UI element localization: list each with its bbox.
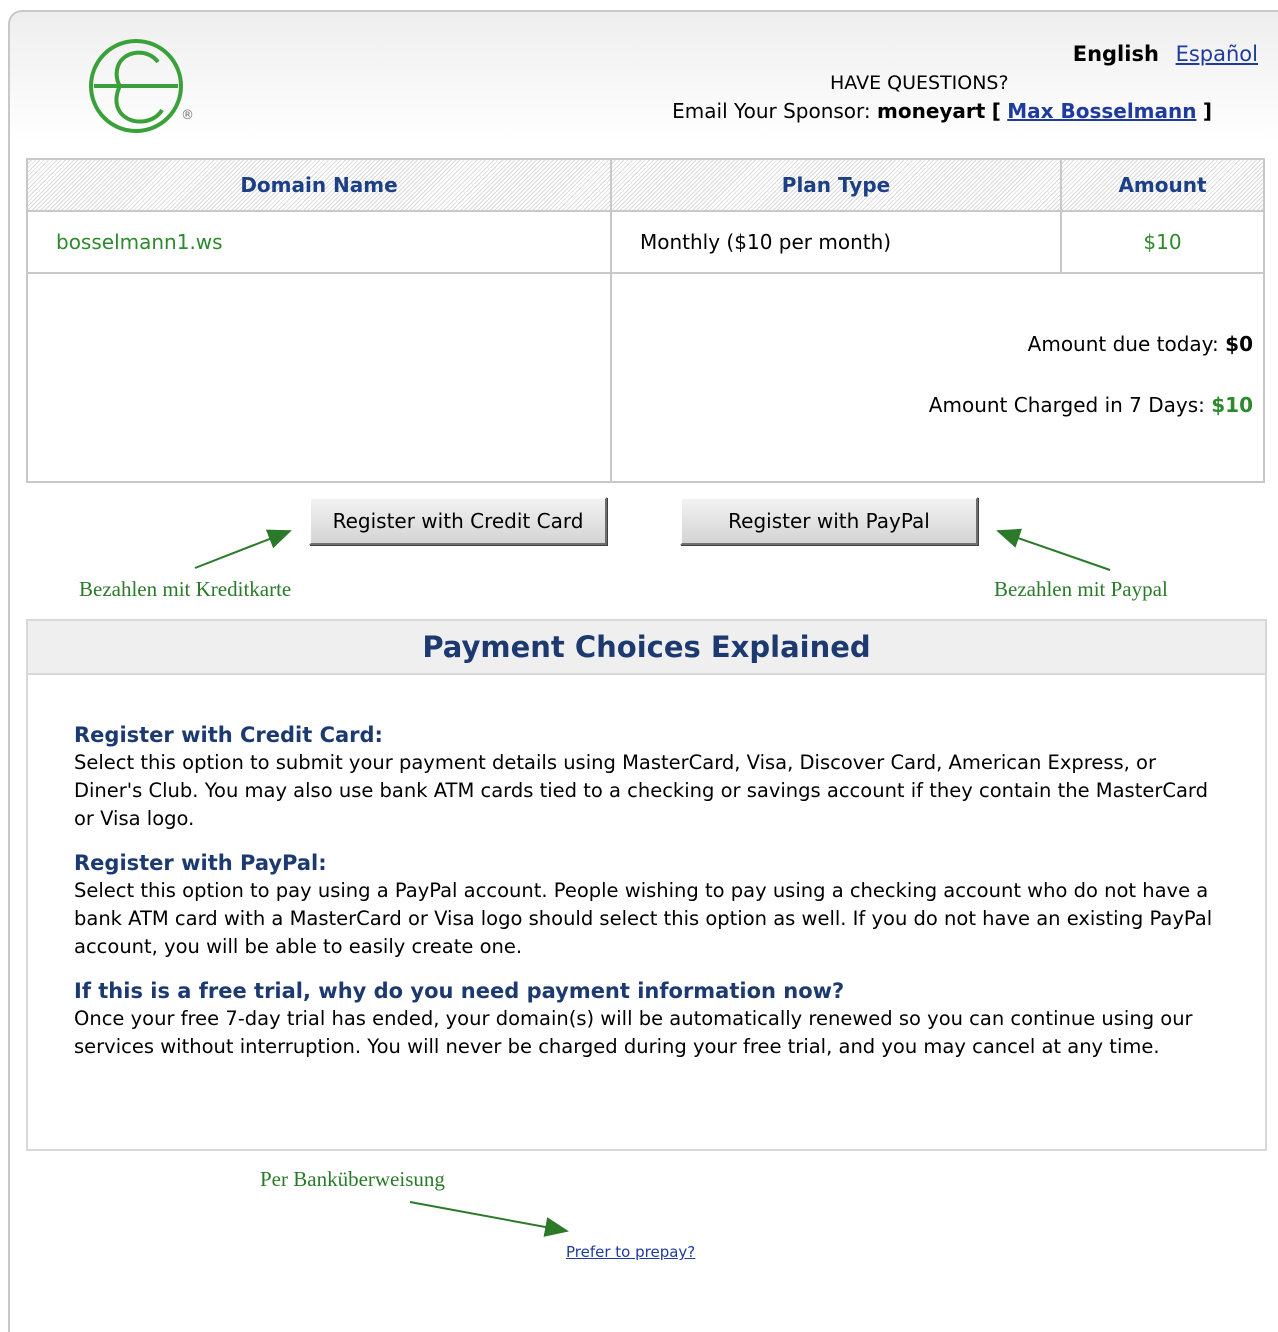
have-questions-label: HAVE QUESTIONS? (830, 72, 1009, 94)
language-switch: English Español (1073, 42, 1258, 66)
charged-value: $10 (1211, 393, 1253, 417)
domain-table: Domain Name Plan Type Amount bosselmann1… (26, 158, 1265, 483)
plan-type-cell: Monthly ($10 per month) (610, 210, 1062, 274)
language-espanol-link[interactable]: Español (1176, 42, 1258, 66)
header-domain-name: Domain Name (26, 158, 612, 212)
payment-choices-panel: Payment Choices Explained Register with … (26, 619, 1267, 1151)
amount-due-today: Amount due today: $0 (613, 314, 1253, 375)
faq-question-credit-card: Register with Credit Card: (74, 723, 383, 747)
payment-choices-title: Payment Choices Explained (28, 621, 1265, 675)
due-today-label: Amount due today: (1027, 332, 1219, 356)
language-english: English (1072, 42, 1159, 66)
header-amount: Amount (1060, 158, 1265, 212)
register-credit-card-button[interactable]: Register with Credit Card (309, 497, 607, 545)
table-header-row: Domain Name Plan Type Amount (26, 158, 1265, 212)
annotation-credit-card: Bezahlen mit Kreditkarte (79, 577, 292, 601)
sponsor-prefix: Email Your Sponsor: (672, 99, 871, 123)
registered-mark: ® (181, 108, 194, 123)
annotation-bank-transfer: Per Banküberweisung (260, 1167, 445, 1191)
sponsor-line: Email Your Sponsor: moneyart [ Max Bosse… (672, 99, 1212, 123)
sponsor-email-link[interactable]: Max Bosselmann (1007, 99, 1196, 123)
due-today-value: $0 (1225, 332, 1253, 356)
summary-empty-cell (26, 272, 612, 483)
amount-cell: $10 (1060, 210, 1265, 274)
sponsor-id: moneyart (877, 99, 986, 123)
summary-totals: Amount due today: $0 Amount Charged in 7… (610, 272, 1265, 483)
table-row: bosselmann1.ws Monthly ($10 per month) $… (26, 210, 1265, 274)
faq-answer-paypal: Select this option to pay using a PayPal… (74, 879, 1213, 958)
register-paypal-button[interactable]: Register with PayPal (680, 497, 978, 545)
payment-choices-body: Register with Credit Card: Select this o… (28, 675, 1265, 1061)
amount-charged-later: Amount Charged in 7 Days: $10 (613, 375, 1253, 436)
header-plan-type: Plan Type (610, 158, 1062, 212)
annotation-paypal: Bezahlen mit Paypal (994, 577, 1168, 601)
faq-answer-credit-card: Select this option to submit your paymen… (74, 751, 1208, 830)
bracket-close: ] (1202, 99, 1212, 123)
faq-question-free-trial: If this is a free trial, why do you need… (74, 979, 845, 1003)
e-globe-logo-icon (89, 39, 183, 133)
domain-name-cell: bosselmann1.ws (26, 210, 612, 274)
prefer-to-prepay-link[interactable]: Prefer to prepay? (566, 1243, 695, 1261)
faq-question-paypal: Register with PayPal: (74, 851, 327, 875)
charged-label: Amount Charged in 7 Days: (928, 393, 1205, 417)
bracket-open: [ (991, 99, 1001, 123)
summary-row: Amount due today: $0 Amount Charged in 7… (26, 272, 1265, 483)
faq-answer-free-trial: Once your free 7-day trial has ended, yo… (74, 1007, 1193, 1058)
